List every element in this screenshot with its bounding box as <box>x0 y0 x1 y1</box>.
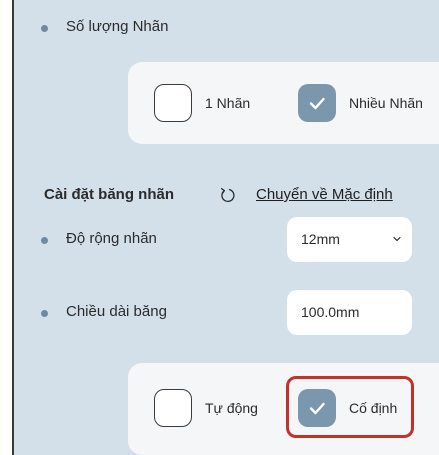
label-width-label: Độ rộng nhãn <box>66 230 157 247</box>
auto-option-label[interactable]: Tự động <box>205 400 258 416</box>
tape-length-label: Chiều dài băng <box>66 303 167 320</box>
single-label-checkbox[interactable] <box>154 84 192 122</box>
reset-default-link[interactable]: Chuyển về Mặc định <box>256 186 393 203</box>
tape-length-value: 100.0mm <box>301 304 360 320</box>
check-icon <box>309 97 325 110</box>
chevron-down-icon <box>393 236 401 242</box>
multi-label-option-label[interactable]: Nhiều Nhãn <box>349 95 423 111</box>
auto-checkbox[interactable] <box>154 389 192 427</box>
window-edge <box>0 0 14 455</box>
fixed-option-highlight <box>286 376 414 438</box>
single-label-option-label[interactable]: 1 Nhãn <box>205 95 250 111</box>
bullet-icon <box>41 25 48 32</box>
reset-icon[interactable] <box>218 186 236 204</box>
label-count-label: Số lượng Nhãn <box>66 18 169 35</box>
label-width-value: 12mm <box>301 231 340 247</box>
bullet-icon <box>41 310 48 317</box>
tape-length-input[interactable]: 100.0mm <box>287 290 412 335</box>
tape-settings-title: Cài đặt băng nhãn <box>44 186 175 203</box>
bullet-icon <box>41 237 48 244</box>
multi-label-checkbox[interactable] <box>298 84 336 122</box>
label-width-select[interactable]: 12mm <box>287 217 412 262</box>
label-count-card: 1 Nhãn Nhiều Nhãn <box>128 62 439 144</box>
